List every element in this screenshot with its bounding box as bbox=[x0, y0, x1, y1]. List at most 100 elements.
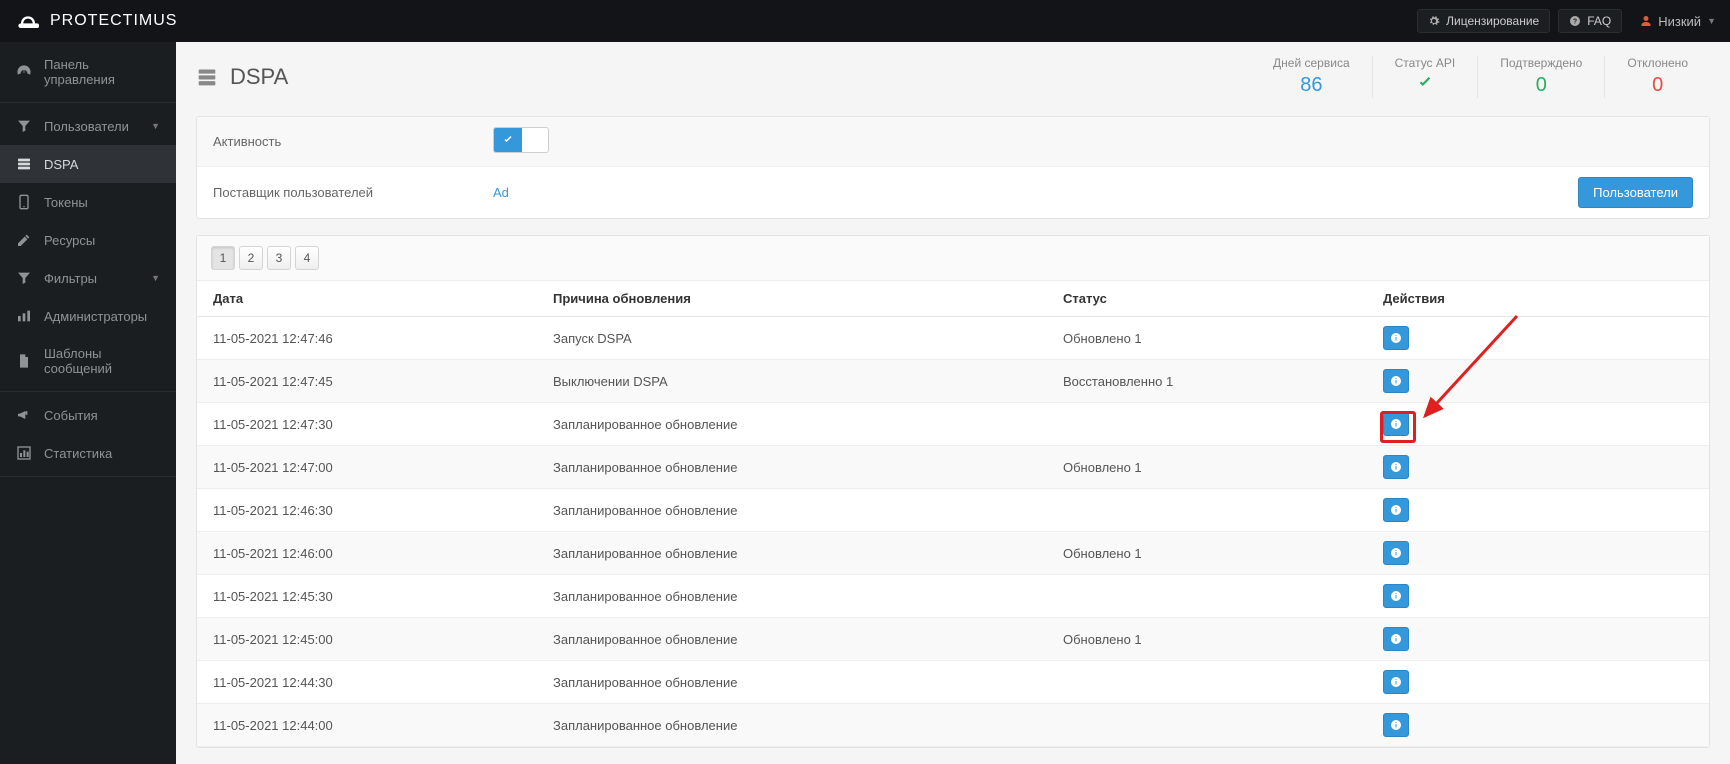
sidebar-item-dashboard[interactable]: Панель управления bbox=[0, 46, 176, 98]
cell-status bbox=[1047, 704, 1367, 747]
filter-icon bbox=[16, 118, 32, 134]
info-icon bbox=[1390, 418, 1402, 430]
licensing-button[interactable]: Лицензирование bbox=[1417, 9, 1550, 33]
page-btn-2[interactable]: 2 bbox=[239, 246, 263, 270]
help-icon: ? bbox=[1569, 15, 1581, 27]
sidebar-item-label: Ресурсы bbox=[44, 233, 95, 248]
user-menu[interactable]: Низкий ▼ bbox=[1640, 14, 1716, 29]
tablet-icon bbox=[16, 194, 32, 210]
info-button[interactable] bbox=[1383, 369, 1409, 393]
sidebar-item-edit[interactable]: Ресурсы bbox=[0, 221, 176, 259]
cell-actions bbox=[1367, 403, 1709, 446]
bars-icon bbox=[16, 308, 32, 324]
cell-actions bbox=[1367, 661, 1709, 704]
server-icon bbox=[16, 156, 32, 172]
table-row: 11-05-2021 12:47:45Выключении DSPAВосста… bbox=[197, 360, 1709, 403]
chart-icon bbox=[16, 445, 32, 461]
sidebar-item-bars[interactable]: Администраторы bbox=[0, 297, 176, 335]
topbar: PROTECTIMUS Лицензирование ? FAQ Низкий … bbox=[0, 0, 1730, 42]
sidebar-item-label: Панель управления bbox=[44, 57, 160, 87]
sidebar-item-tablet[interactable]: Токены bbox=[0, 183, 176, 221]
info-button[interactable] bbox=[1383, 541, 1409, 565]
stat-value bbox=[1395, 74, 1456, 98]
sidebar-item-label: Пользователи bbox=[44, 119, 129, 134]
cell-date: 11-05-2021 12:47:30 bbox=[197, 403, 537, 446]
cell-status bbox=[1047, 403, 1367, 446]
cell-actions bbox=[1367, 489, 1709, 532]
info-button[interactable] bbox=[1383, 326, 1409, 350]
cell-date: 11-05-2021 12:47:00 bbox=[197, 446, 537, 489]
page-header: DSPA Дней сервиса86Статус APIПодтвержден… bbox=[176, 42, 1730, 116]
stat-value: 86 bbox=[1273, 74, 1350, 97]
cell-reason: Запланированное обновление bbox=[537, 704, 1047, 747]
activity-toggle[interactable] bbox=[493, 127, 549, 153]
cell-date: 11-05-2021 12:44:00 bbox=[197, 704, 537, 747]
cell-date: 11-05-2021 12:44:30 bbox=[197, 661, 537, 704]
cell-reason: Запуск DSPA bbox=[537, 317, 1047, 360]
cell-actions bbox=[1367, 360, 1709, 403]
info-icon bbox=[1390, 633, 1402, 645]
cell-status bbox=[1047, 575, 1367, 618]
info-icon bbox=[1390, 504, 1402, 516]
sidebar-item-chart[interactable]: Статистика bbox=[0, 434, 176, 472]
sidebar-item-label: Администраторы bbox=[44, 309, 147, 324]
col-actions: Действия bbox=[1367, 281, 1709, 317]
col-status: Статус bbox=[1047, 281, 1367, 317]
caret-down-icon: ▼ bbox=[151, 273, 160, 283]
info-button[interactable] bbox=[1383, 455, 1409, 479]
caret-down-icon: ▼ bbox=[151, 121, 160, 131]
caret-down-icon: ▼ bbox=[1707, 16, 1716, 26]
provider-link[interactable]: Ad bbox=[493, 185, 509, 200]
svg-text:?: ? bbox=[1573, 19, 1577, 26]
faq-button[interactable]: ? FAQ bbox=[1558, 9, 1622, 33]
table-row: 11-05-2021 12:45:30Запланированное обнов… bbox=[197, 575, 1709, 618]
users-button[interactable]: Пользователи bbox=[1578, 177, 1693, 208]
info-icon bbox=[1390, 461, 1402, 473]
page-btn-3[interactable]: 3 bbox=[267, 246, 291, 270]
cell-status bbox=[1047, 489, 1367, 532]
col-reason: Причина обновления bbox=[537, 281, 1047, 317]
table-row: 11-05-2021 12:47:30Запланированное обнов… bbox=[197, 403, 1709, 446]
cell-date: 11-05-2021 12:45:00 bbox=[197, 618, 537, 661]
cell-date: 11-05-2021 12:45:30 bbox=[197, 575, 537, 618]
info-icon bbox=[1390, 332, 1402, 344]
sidebar-item-label: Шаблоны сообщений bbox=[44, 346, 160, 376]
cell-status: Обновлено 1 bbox=[1047, 618, 1367, 661]
edit-icon bbox=[16, 232, 32, 248]
logo-text: PROTECTIMUS bbox=[50, 12, 177, 30]
cell-status: Обновлено 1 bbox=[1047, 317, 1367, 360]
sidebar-item-label: Токены bbox=[44, 195, 88, 210]
sidebar-item-filter[interactable]: Фильтры▼ bbox=[0, 259, 176, 297]
sidebar-item-server[interactable]: DSPA bbox=[0, 145, 176, 183]
cell-reason: Запланированное обновление bbox=[537, 446, 1047, 489]
stat-value: 0 bbox=[1627, 74, 1688, 97]
log-panel: 1234 Дата Причина обновления Статус Дейс… bbox=[196, 235, 1710, 748]
info-button[interactable] bbox=[1383, 498, 1409, 522]
sidebar-item-bullhorn[interactable]: События bbox=[0, 396, 176, 434]
info-icon bbox=[1390, 375, 1402, 387]
main-content: DSPA Дней сервиса86Статус APIПодтвержден… bbox=[176, 42, 1730, 764]
cell-status: Обновлено 1 bbox=[1047, 446, 1367, 489]
table-row: 11-05-2021 12:44:30Запланированное обнов… bbox=[197, 661, 1709, 704]
info-button[interactable] bbox=[1383, 670, 1409, 694]
info-button[interactable] bbox=[1383, 627, 1409, 651]
stat-label: Статус API bbox=[1395, 56, 1456, 70]
stat-label: Дней сервиса bbox=[1273, 56, 1350, 70]
sidebar-item-filter[interactable]: Пользователи ▼ bbox=[0, 107, 176, 145]
cell-status: Обновлено 1 bbox=[1047, 532, 1367, 575]
info-button[interactable] bbox=[1383, 713, 1409, 737]
info-button[interactable] bbox=[1383, 584, 1409, 608]
cell-date: 11-05-2021 12:46:00 bbox=[197, 532, 537, 575]
page-title: DSPA bbox=[230, 64, 288, 90]
sidebar-item-doc[interactable]: Шаблоны сообщений bbox=[0, 335, 176, 387]
sidebar-item-label: Статистика bbox=[44, 446, 112, 461]
info-button[interactable] bbox=[1383, 412, 1409, 436]
log-table: Дата Причина обновления Статус Действия … bbox=[197, 281, 1709, 747]
page-btn-4[interactable]: 4 bbox=[295, 246, 319, 270]
cell-actions bbox=[1367, 704, 1709, 747]
table-row: 11-05-2021 12:46:30Запланированное обнов… bbox=[197, 489, 1709, 532]
cell-status: Восстановленно 1 bbox=[1047, 360, 1367, 403]
stat-label: Отклонено bbox=[1627, 56, 1688, 70]
activity-label: Активность bbox=[213, 134, 493, 149]
page-btn-1[interactable]: 1 bbox=[211, 246, 235, 270]
